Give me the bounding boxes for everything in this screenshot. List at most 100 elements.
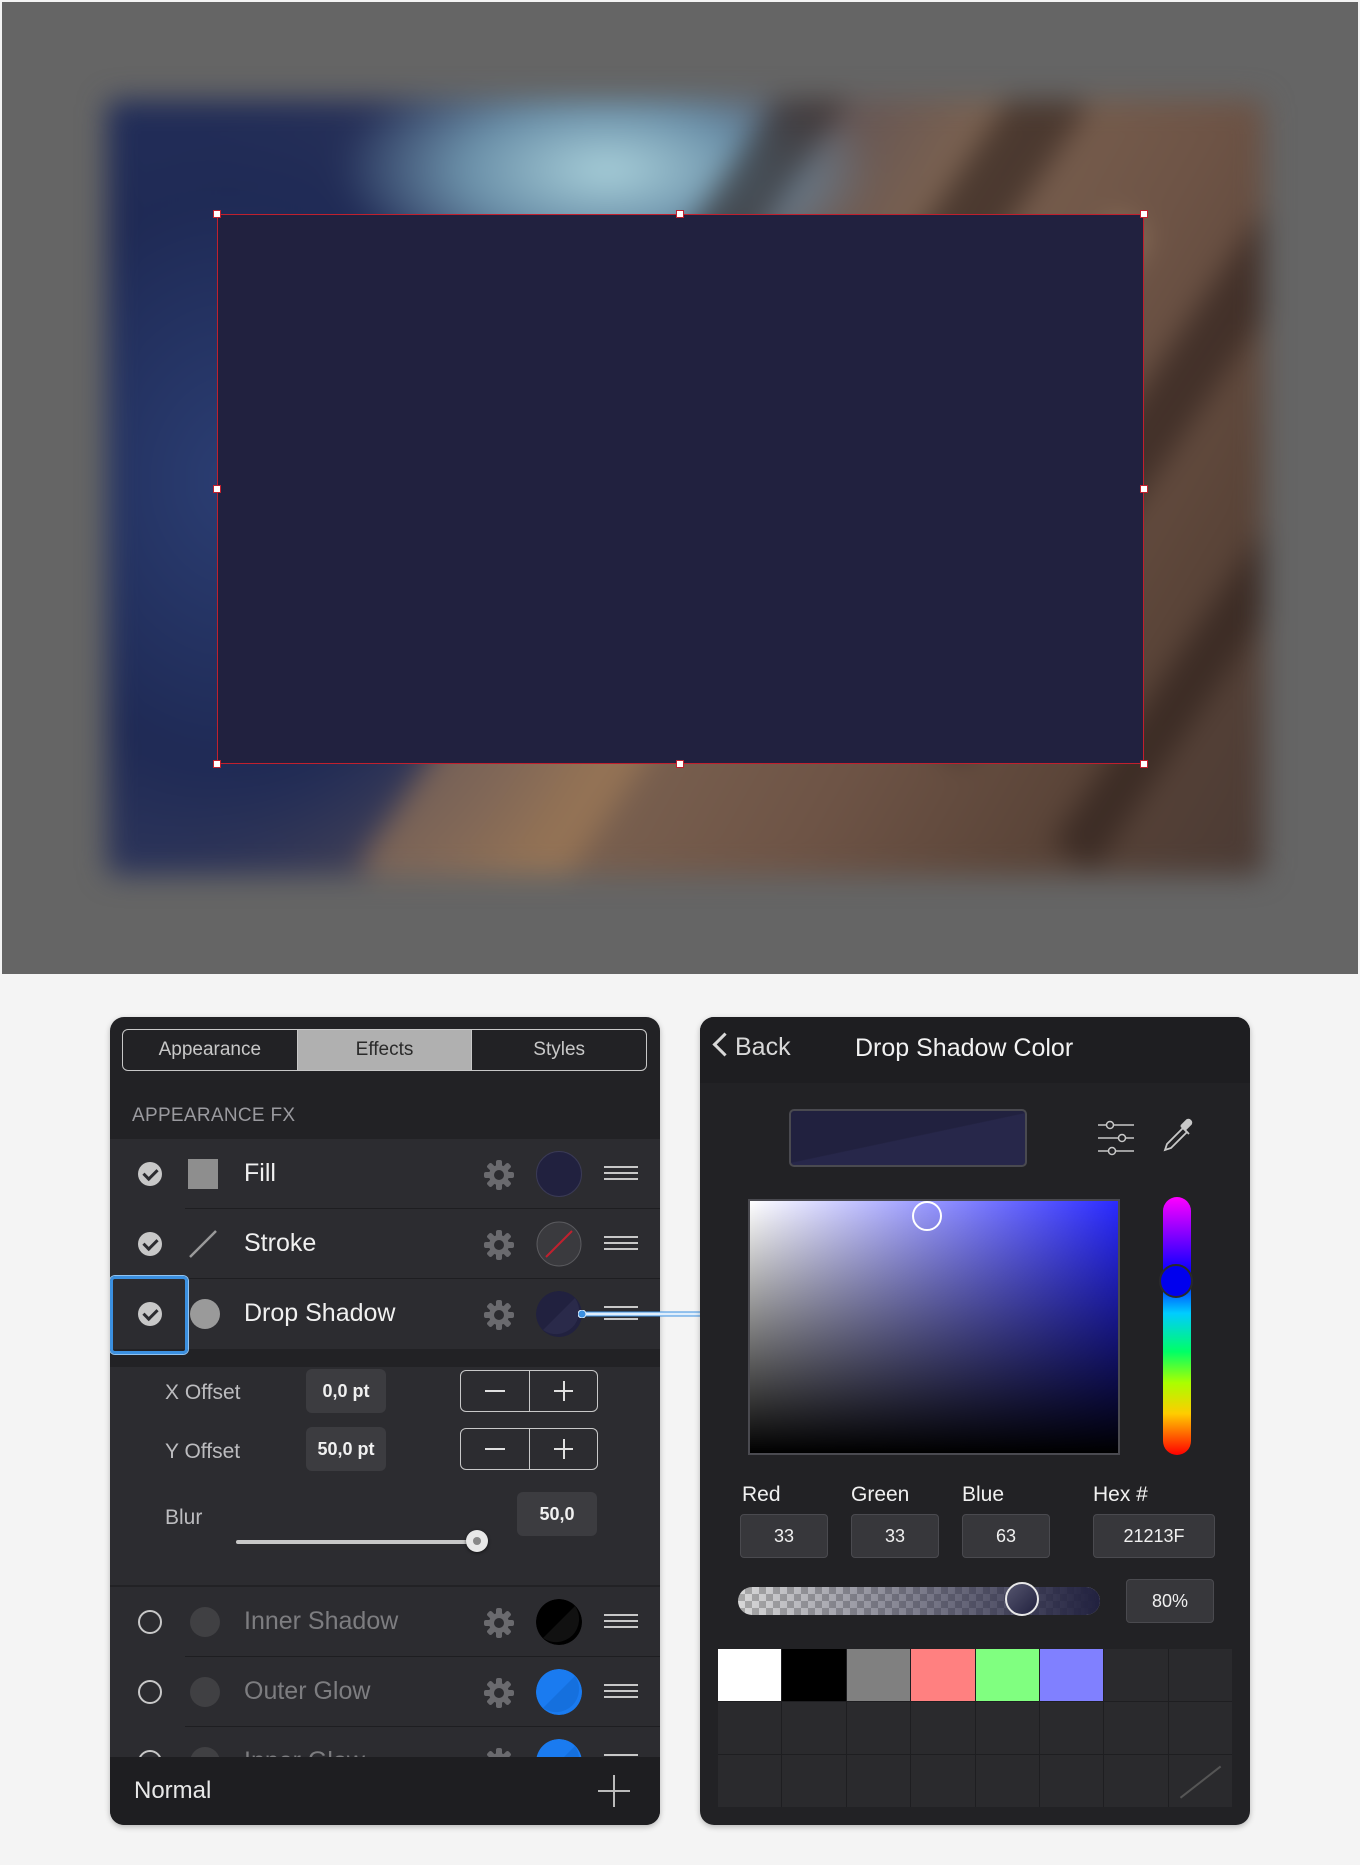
- minus-icon[interactable]: [461, 1371, 529, 1411]
- drop-shadow-checkbox-highlight: [110, 1276, 188, 1354]
- color-swatch[interactable]: [536, 1599, 582, 1645]
- swatch-empty[interactable]: [1039, 1702, 1104, 1754]
- swatch-empty[interactable]: [718, 1702, 782, 1754]
- effect-row-fill[interactable]: Fill: [110, 1139, 660, 1209]
- swatch-white[interactable]: [718, 1649, 782, 1701]
- color-swatch[interactable]: [536, 1669, 582, 1715]
- gear-icon[interactable]: [483, 1159, 515, 1191]
- enable-checkbox[interactable]: [138, 1162, 162, 1186]
- opacity-slider[interactable]: [738, 1587, 1100, 1615]
- minus-icon[interactable]: [461, 1429, 529, 1469]
- blur-slider-knob[interactable]: [466, 1530, 488, 1552]
- resize-handle-bottom-left[interactable]: [213, 760, 221, 768]
- sliders-icon[interactable]: [1098, 1119, 1134, 1157]
- resize-handle-bottom[interactable]: [676, 760, 684, 768]
- swatch-empty[interactable]: [1168, 1702, 1232, 1754]
- add-effect-icon[interactable]: [598, 1775, 630, 1807]
- color-swatch[interactable]: [536, 1151, 582, 1197]
- enable-checkbox[interactable]: [138, 1232, 162, 1256]
- resize-handle-top[interactable]: [676, 210, 684, 218]
- effect-label: Outer Glow: [244, 1677, 371, 1705]
- no-color-swatch[interactable]: [1168, 1755, 1232, 1807]
- swatch-empty[interactable]: [1104, 1702, 1168, 1754]
- effect-row-inner-shadow[interactable]: Inner Shadow: [110, 1587, 660, 1657]
- tab-appearance[interactable]: Appearance: [123, 1030, 297, 1070]
- no-color-swatch[interactable]: [536, 1221, 582, 1267]
- gear-icon[interactable]: [483, 1607, 515, 1639]
- red-label: Red: [742, 1483, 781, 1506]
- drag-handle-icon[interactable]: [604, 1614, 638, 1628]
- gear-icon[interactable]: [483, 1229, 515, 1261]
- swatch-empty[interactable]: [975, 1702, 1039, 1754]
- swatch-light-blue[interactable]: [1039, 1649, 1104, 1701]
- swatch-empty[interactable]: [1104, 1755, 1168, 1807]
- hex-label: Hex #: [1093, 1483, 1148, 1506]
- drag-handle-icon[interactable]: [604, 1684, 638, 1698]
- blur-field[interactable]: 50,0: [517, 1492, 597, 1536]
- circle-icon: [190, 1299, 220, 1329]
- plus-icon[interactable]: [528, 1371, 598, 1411]
- color-preview: [789, 1109, 1027, 1167]
- hue-slider-knob[interactable]: [1159, 1264, 1193, 1298]
- green-field[interactable]: 33: [851, 1514, 939, 1558]
- red-field[interactable]: 33: [740, 1514, 828, 1558]
- panel-title: Drop Shadow Color: [855, 1034, 1074, 1062]
- effect-label: Drop Shadow: [244, 1299, 396, 1327]
- plus-icon[interactable]: [528, 1429, 598, 1469]
- swatch-empty[interactable]: [782, 1702, 846, 1754]
- resize-handle-left[interactable]: [213, 485, 221, 493]
- line-icon: [189, 1230, 217, 1258]
- drag-handle-icon[interactable]: [604, 1236, 638, 1250]
- appearance-panel: Appearance Effects Styles APPEARANCE FX …: [110, 1017, 660, 1825]
- canvas[interactable]: [2, 2, 1358, 974]
- back-button[interactable]: Back: [712, 1032, 791, 1062]
- enable-checkbox[interactable]: [138, 1680, 162, 1704]
- opacity-slider-knob[interactable]: [1005, 1582, 1039, 1616]
- drag-handle-icon[interactable]: [604, 1166, 638, 1180]
- swatch-empty[interactable]: [846, 1702, 911, 1754]
- swatch-empty[interactable]: [1104, 1649, 1168, 1701]
- tab-styles[interactable]: Styles: [471, 1030, 646, 1070]
- swatch-light-red[interactable]: [911, 1649, 975, 1701]
- panel-footer: Normal: [110, 1757, 660, 1825]
- color-cursor[interactable]: [912, 1201, 942, 1231]
- opacity-field[interactable]: 80%: [1126, 1579, 1214, 1623]
- y-offset-field[interactable]: 50,0 pt: [306, 1427, 386, 1471]
- swatch-empty[interactable]: [846, 1755, 911, 1807]
- hue-slider[interactable]: [1163, 1197, 1191, 1455]
- back-label: Back: [735, 1033, 791, 1061]
- chevron-left-icon: [712, 1032, 737, 1057]
- resize-handle-top-left[interactable]: [213, 210, 221, 218]
- selected-rectangle[interactable]: [217, 214, 1144, 764]
- resize-handle-bottom-right[interactable]: [1140, 760, 1148, 768]
- enable-checkbox[interactable]: [138, 1610, 162, 1634]
- effect-row-stroke[interactable]: Stroke: [110, 1209, 660, 1279]
- swatch-empty[interactable]: [975, 1755, 1039, 1807]
- drop-shadow-settings: X Offset 0,0 pt Y Offset 50,0 pt Blur 50…: [110, 1367, 660, 1585]
- resize-handle-right[interactable]: [1140, 485, 1148, 493]
- swatch-light-green[interactable]: [975, 1649, 1039, 1701]
- swatch-empty[interactable]: [911, 1755, 975, 1807]
- swatch-black[interactable]: [782, 1649, 846, 1701]
- swatch-empty[interactable]: [782, 1755, 846, 1807]
- swatch-empty[interactable]: [911, 1702, 975, 1754]
- saturation-brightness-picker[interactable]: [748, 1199, 1120, 1455]
- effect-row-outer-glow[interactable]: Outer Glow: [110, 1657, 660, 1727]
- swatch-gray[interactable]: [846, 1649, 911, 1701]
- gear-icon[interactable]: [483, 1677, 515, 1709]
- resize-handle-top-right[interactable]: [1140, 210, 1148, 218]
- blur-label: Blur: [165, 1506, 203, 1529]
- tab-effects[interactable]: Effects: [296, 1030, 472, 1070]
- swatch-empty[interactable]: [718, 1755, 782, 1807]
- swatch-empty[interactable]: [1168, 1649, 1232, 1701]
- blue-field[interactable]: 63: [962, 1514, 1050, 1558]
- eyedropper-icon[interactable]: [1159, 1116, 1199, 1156]
- gear-icon[interactable]: [483, 1299, 515, 1331]
- x-offset-field[interactable]: 0,0 pt: [306, 1369, 386, 1413]
- green-label: Green: [851, 1483, 910, 1506]
- color-swatch[interactable]: [536, 1291, 582, 1337]
- blend-mode-selector[interactable]: Normal: [134, 1777, 211, 1805]
- swatch-empty[interactable]: [1039, 1755, 1104, 1807]
- blur-slider[interactable]: [236, 1540, 478, 1544]
- hex-field[interactable]: 21213F: [1093, 1514, 1215, 1558]
